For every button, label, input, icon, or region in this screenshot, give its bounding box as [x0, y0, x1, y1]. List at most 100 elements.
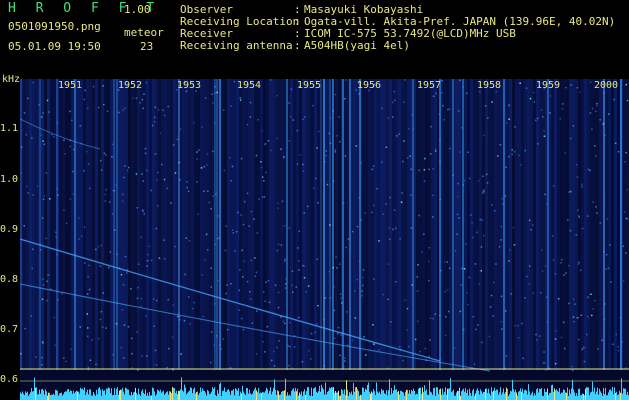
- signal-speck: [141, 173, 143, 175]
- signal-speck: [360, 162, 362, 164]
- amplitude-bar: [318, 391, 319, 400]
- signal-speck: [361, 290, 363, 292]
- amplitude-bar: [239, 395, 240, 400]
- amplitude-bar: [440, 388, 441, 400]
- amplitude-bar: [601, 392, 602, 400]
- noise-column: [356, 79, 359, 370]
- signal-speck: [193, 122, 195, 124]
- amplitude-bar: [452, 391, 453, 400]
- signal-speck: [298, 316, 300, 319]
- signal-speck: [468, 177, 471, 180]
- signal-speck: [151, 124, 154, 127]
- signal-speck: [40, 134, 42, 136]
- noise-column: [407, 79, 410, 370]
- amplitude-bar: [555, 390, 556, 400]
- signal-speck: [325, 150, 327, 152]
- signal-speck: [84, 89, 86, 92]
- amplitude-bar: [527, 394, 528, 400]
- signal-speck: [251, 322, 254, 324]
- amplitude-bar: [237, 390, 238, 400]
- amplitude-bar: [431, 392, 432, 400]
- amplitude-bar: [497, 389, 498, 400]
- amplitude-bar: [200, 387, 201, 400]
- noise-column: [419, 79, 422, 370]
- signal-speck: [65, 222, 68, 225]
- amplitude-bar: [506, 387, 507, 400]
- amplitude-bar: [557, 390, 558, 400]
- signal-speck: [532, 292, 534, 294]
- signal-speck: [41, 356, 43, 359]
- signal-speck: [87, 367, 90, 369]
- signal-speck: [229, 156, 231, 159]
- signal-speck: [80, 235, 83, 238]
- signal-speck: [358, 260, 361, 263]
- signal-speck: [48, 111, 50, 113]
- signal-speck: [441, 79, 443, 82]
- signal-speck: [237, 211, 239, 214]
- amplitude-bar: [392, 393, 393, 400]
- amplitude-bar: [547, 388, 548, 400]
- signal-speck: [32, 81, 34, 84]
- amplitude-bar: [48, 392, 49, 400]
- amplitude-bar: [234, 395, 235, 400]
- amplitude-bar: [592, 381, 593, 400]
- amplitude-bar: [253, 391, 254, 400]
- signal-speck: [332, 110, 334, 112]
- signal-speck: [315, 177, 317, 180]
- signal-speck: [78, 217, 80, 219]
- signal-speck: [495, 90, 497, 93]
- amplitude-bar: [25, 391, 26, 400]
- signal-speck: [432, 168, 434, 170]
- signal-speck: [529, 219, 531, 222]
- signal-speck: [378, 240, 380, 242]
- amplitude-bar: [597, 387, 598, 400]
- amplitude-bar: [496, 389, 497, 400]
- amplitude-bar: [181, 377, 182, 400]
- signal-speck: [454, 250, 457, 252]
- signal-speck: [589, 169, 591, 172]
- amplitude-bar: [27, 391, 28, 400]
- noise-column: [125, 79, 128, 370]
- signal-speck: [230, 283, 232, 285]
- signal-speck: [416, 276, 418, 278]
- signal-speck: [591, 107, 594, 110]
- signal-speck: [517, 324, 519, 327]
- signal-speck: [178, 316, 181, 318]
- signal-speck: [537, 117, 539, 120]
- amplitude-bar: [553, 392, 554, 400]
- signal-speck: [576, 176, 579, 178]
- signal-speck: [340, 334, 342, 336]
- signal-speck: [449, 147, 451, 150]
- y-tick-label: 1.1: [0, 123, 19, 134]
- signal-speck: [583, 360, 586, 363]
- amplitude-bar: [290, 395, 291, 400]
- noise-column: [200, 79, 203, 370]
- amplitude-bar: [215, 394, 216, 400]
- amplitude-bar: [319, 385, 320, 400]
- signal-speck: [41, 298, 44, 300]
- signal-speck: [217, 279, 220, 282]
- signal-speck: [102, 85, 104, 87]
- amplitude-bar: [489, 393, 490, 400]
- signal-speck: [316, 323, 318, 325]
- signal-speck: [143, 213, 145, 215]
- signal-speck: [575, 234, 577, 236]
- amplitude-bar: [342, 390, 343, 400]
- noise-column: [197, 79, 200, 370]
- signal-speck: [549, 112, 551, 114]
- amplitude-bar: [531, 393, 532, 400]
- y-tick-label: 0.9: [0, 224, 19, 235]
- amplitude-bar: [617, 395, 618, 400]
- signal-speck: [54, 344, 56, 346]
- signal-speck: [484, 105, 487, 107]
- amplitude-bar: [105, 394, 106, 400]
- amplitude-bar: [251, 394, 252, 400]
- signal-speck: [445, 315, 447, 318]
- amplitude-bar: [525, 389, 526, 400]
- signal-speck: [543, 351, 545, 353]
- signal-speck: [105, 327, 107, 329]
- colon: :: [294, 39, 301, 52]
- signal-speck: [146, 265, 148, 267]
- amplitude-bar: [480, 389, 481, 400]
- amplitude-bar: [245, 394, 246, 400]
